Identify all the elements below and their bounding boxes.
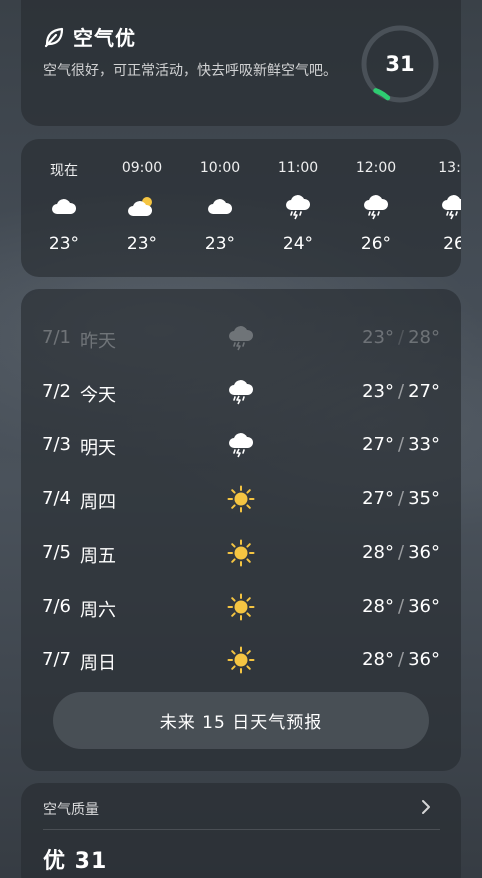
- daily-row[interactable]: 7/1 昨天 23°/28°: [21, 317, 461, 357]
- daily-day-name: 昨天: [80, 331, 116, 352]
- hourly-item: 09:00 23°: [103, 139, 181, 277]
- hourly-item: 现在 23°: [25, 139, 103, 277]
- daily-temps: 27°/33°: [362, 434, 440, 455]
- daily-date: 7/7: [42, 649, 71, 671]
- daily-date: 7/4: [42, 488, 71, 510]
- chevron-right-icon[interactable]: [419, 798, 433, 816]
- daily-low-temp: 28°: [362, 541, 395, 563]
- thunder-rain-icon: [226, 377, 256, 407]
- daily-day-name: 周日: [80, 653, 116, 675]
- temp-separator: /: [398, 434, 405, 456]
- temp-separator: /: [398, 488, 405, 510]
- daily-high-temp: 35°: [408, 488, 440, 510]
- daily-high-temp: 36°: [408, 595, 440, 617]
- daily-day-name: 今天: [80, 384, 116, 406]
- sun-icon: [226, 645, 256, 675]
- fifteen-day-forecast-button[interactable]: 未来 15 日天气预报: [53, 692, 429, 749]
- daily-low-temp: 23°: [362, 327, 395, 348]
- hourly-temp: 26: [443, 234, 461, 254]
- daily-low-temp: 27°: [362, 434, 395, 456]
- air-quality-value: 优 31: [43, 849, 108, 874]
- thunder-rain-icon: [283, 192, 313, 222]
- daily-day-name: 周六: [80, 599, 116, 621]
- daily-row[interactable]: 7/6 周六 28°/36°: [21, 586, 461, 626]
- daily-date: 7/6: [42, 595, 71, 617]
- daily-date: 7/3: [42, 434, 71, 456]
- daily-temps: 23°/28°: [362, 327, 440, 348]
- daily-low-temp: 28°: [362, 595, 395, 617]
- hourly-temp: 24°: [282, 234, 314, 254]
- hourly-time: 12:00: [355, 160, 397, 176]
- daily-temps: 28°/36°: [362, 542, 440, 563]
- daily-temps: 23°/27°: [362, 381, 440, 402]
- daily-row[interactable]: 7/4 周四 27°/35°: [21, 478, 461, 518]
- daily-temps: 27°/35°: [362, 488, 440, 509]
- daily-low-temp: 27°: [362, 488, 395, 510]
- hourly-time: 13:0: [438, 160, 461, 176]
- hourly-forecast-card[interactable]: 现在 23° 09:00 23° 10:00 23° 11:00 24° 12:00 26° 13:…: [21, 139, 461, 277]
- daily-date: 7/2: [42, 380, 71, 402]
- daily-row[interactable]: 7/2 今天 23°/27°: [21, 371, 461, 411]
- temp-separator: /: [398, 541, 405, 563]
- aqi-description: 空气很好，可正常活动，快去呼吸新鲜空气吧。: [43, 63, 337, 79]
- temp-separator: /: [398, 649, 405, 671]
- aqi-card[interactable]: 空气优 空气很好，可正常活动，快去呼吸新鲜空气吧。 31: [21, 0, 461, 126]
- hourly-temp: 23°: [126, 234, 158, 254]
- daily-date: 7/5: [42, 541, 71, 563]
- daily-day-name: 周四: [80, 492, 116, 514]
- daily-day-name: 明天: [80, 438, 116, 460]
- daily-high-temp: 36°: [408, 649, 440, 671]
- daily-high-temp: 36°: [408, 541, 440, 563]
- air-quality-label: 空气质量: [43, 802, 99, 818]
- daily-day-name: 周五: [80, 545, 116, 567]
- hourly-temp: 23°: [204, 234, 236, 254]
- air-quality-card[interactable]: 空气质量 优 31: [21, 783, 461, 878]
- daily-row[interactable]: 7/7 周日 28°/36°: [21, 639, 461, 679]
- thunder-rain-icon: [226, 430, 256, 460]
- hourly-item: 13:0 26: [415, 139, 461, 277]
- hourly-temp: 23°: [48, 234, 80, 254]
- thunder-rain-icon: [361, 192, 391, 222]
- divider: [43, 829, 440, 830]
- thunder-rain-icon: [226, 323, 256, 353]
- daily-temps: 28°/36°: [362, 596, 440, 617]
- aqi-value: 31: [385, 52, 415, 76]
- hourly-item: 11:00 24°: [259, 139, 337, 277]
- hourly-temp: 26°: [360, 234, 392, 254]
- daily-high-temp: 27°: [408, 380, 440, 402]
- daily-high-temp: 33°: [408, 434, 440, 456]
- daily-temps: 28°/36°: [362, 649, 440, 670]
- daily-row[interactable]: 7/3 明天 27°/33°: [21, 424, 461, 464]
- temp-separator: /: [398, 595, 405, 617]
- hourly-item: 12:00 26°: [337, 139, 415, 277]
- temp-separator: /: [398, 380, 405, 402]
- temp-separator: /: [398, 327, 405, 348]
- thunder-rain-icon: [439, 192, 461, 222]
- daily-row[interactable]: 7/5 周五 28°/36°: [21, 532, 461, 572]
- partly-cloudy-icon: [127, 192, 157, 222]
- daily-date: 7/1: [42, 327, 71, 348]
- cloud-icon: [49, 192, 79, 222]
- sun-icon: [226, 484, 256, 514]
- sun-icon: [226, 592, 256, 622]
- cloud-icon: [205, 192, 235, 222]
- leaf-icon: [43, 26, 65, 48]
- hourly-time: 09:00: [121, 160, 163, 176]
- hourly-item: 10:00 23°: [181, 139, 259, 277]
- aqi-title: 空气优: [73, 26, 136, 50]
- hourly-time: 11:00: [277, 160, 319, 176]
- hourly-time: 现在: [50, 163, 78, 179]
- daily-low-temp: 23°: [362, 380, 395, 402]
- daily-high-temp: 28°: [408, 327, 440, 348]
- hourly-time: 10:00: [199, 160, 241, 176]
- daily-low-temp: 28°: [362, 649, 395, 671]
- daily-forecast-card: 未来 15 日天气预报 7/1 昨天 23°/28° 7/2 今天 23°/27° 7/3 明…: [21, 289, 461, 771]
- aqi-title-row: 空气优: [43, 22, 136, 51]
- sun-icon: [226, 538, 256, 568]
